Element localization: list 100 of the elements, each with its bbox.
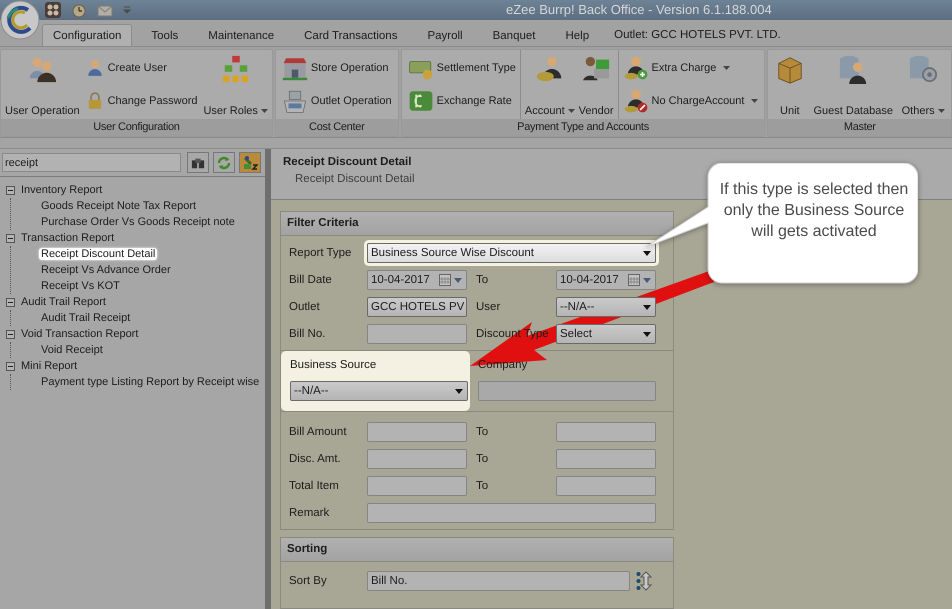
tree-item[interactable]: Purchase Order Vs Goods Receipt note bbox=[39, 216, 237, 228]
field-label: Bill Amount bbox=[289, 426, 348, 438]
tree-item[interactable]: Payment type Listing Report by Receipt wise bbox=[39, 376, 262, 388]
ribbon-button[interactable]: Store Operation bbox=[280, 55, 394, 82]
dropdown[interactable]: --N/A-- bbox=[556, 297, 656, 317]
menu-tab[interactable]: Help bbox=[554, 24, 600, 46]
tree-item[interactable]: Receipt Vs Advance Order bbox=[39, 264, 173, 276]
calendar-icon bbox=[439, 274, 451, 286]
ribbon-button[interactable]: Others bbox=[900, 50, 947, 119]
input-field[interactable]: Bill No. bbox=[367, 571, 630, 591]
caret-icon bbox=[723, 66, 730, 70]
tree-item[interactable]: Mini Report bbox=[19, 360, 80, 372]
window-title: eZee Burrp! Back Office - Version 6.1.188.004 bbox=[506, 2, 772, 17]
input-field[interactable] bbox=[367, 449, 467, 469]
gears-icon bbox=[908, 54, 938, 84]
input-field[interactable] bbox=[367, 324, 467, 344]
field-label: Disc. Amt. bbox=[289, 453, 342, 465]
dropdown[interactable]: --N/A-- bbox=[290, 381, 468, 401]
group-label: User Configuration bbox=[1, 119, 272, 136]
collapse-icon[interactable] bbox=[6, 186, 15, 194]
group-label: Payment Type and Accounts bbox=[402, 119, 764, 136]
tree-item[interactable]: Transaction Report bbox=[19, 232, 116, 244]
tree-item[interactable]: Void Transaction Report bbox=[19, 328, 140, 340]
ribbon-button[interactable]: No ChargeAccount bbox=[620, 88, 760, 114]
binoculars-button[interactable] bbox=[187, 152, 210, 173]
input-field[interactable] bbox=[556, 422, 656, 442]
field-label: To bbox=[475, 453, 490, 465]
binoculars-icon bbox=[191, 156, 206, 170]
tree-item[interactable]: Receipt Discount Detail bbox=[39, 248, 158, 260]
ribbon-button[interactable]: Account bbox=[522, 50, 577, 119]
dropdown[interactable]: Business Source Wise Discount bbox=[367, 243, 656, 263]
sort-az-button[interactable] bbox=[239, 152, 262, 173]
caret-icon bbox=[938, 109, 945, 113]
collapse-icon[interactable] bbox=[6, 330, 15, 338]
field-label: To bbox=[475, 426, 490, 438]
collapse-icon[interactable] bbox=[6, 234, 15, 242]
field-label: To bbox=[475, 274, 490, 286]
caret-icon bbox=[568, 109, 575, 113]
refresh-icon bbox=[216, 154, 232, 170]
database-icon bbox=[838, 54, 868, 84]
ribbon-button[interactable]: Exchange Rate bbox=[406, 88, 518, 114]
caret-icon bbox=[643, 250, 651, 256]
menu-tab[interactable]: Tools bbox=[140, 24, 190, 46]
hierarchy-icon bbox=[220, 54, 251, 84]
report-subtitle: Receipt Discount Detail bbox=[295, 173, 415, 185]
group-label: Cost Center bbox=[276, 119, 398, 136]
ribbon-button[interactable]: Extra Charge bbox=[620, 55, 760, 82]
tree-item[interactable]: Inventory Report bbox=[19, 184, 104, 196]
field-label: Business Source bbox=[290, 359, 378, 371]
ribbon-button[interactable]: Unit bbox=[772, 50, 807, 119]
caret-icon bbox=[643, 332, 651, 336]
ribbon-button[interactable]: Outlet Operation bbox=[280, 88, 394, 114]
grid-icon[interactable] bbox=[44, 1, 62, 19]
date-picker[interactable]: 10-04-2017 bbox=[556, 270, 656, 290]
search-field[interactable]: receipt bbox=[2, 153, 182, 172]
menu-tab[interactable]: Maintenance bbox=[197, 24, 286, 46]
dropdown[interactable]: GCC HOTELS PV bbox=[367, 297, 467, 317]
menu-tab[interactable]: Payroll bbox=[416, 24, 474, 46]
tree-item[interactable]: Receipt Vs KOT bbox=[39, 280, 122, 292]
caret-icon bbox=[454, 278, 462, 282]
tree-item[interactable]: Goods Receipt Note Tax Report bbox=[39, 200, 198, 212]
tree-item[interactable]: Audit Trail Receipt bbox=[39, 312, 132, 324]
input-field[interactable] bbox=[367, 476, 467, 496]
ribbon-button[interactable]: User Operation bbox=[3, 50, 82, 119]
ribbon-button[interactable]: User Roles bbox=[201, 50, 270, 119]
caret-icon bbox=[643, 304, 651, 310]
caret-icon bbox=[455, 388, 463, 394]
sort-az-icon bbox=[242, 154, 258, 170]
menu-tab[interactable]: Configuration bbox=[42, 24, 132, 46]
menu-tab[interactable]: Card Transactions bbox=[293, 24, 408, 46]
ribbon-button[interactable]: Guest Database bbox=[811, 50, 895, 119]
input-field[interactable] bbox=[556, 449, 656, 469]
ribbon-button[interactable]: Settlement Type bbox=[406, 55, 518, 82]
field-label: Outlet bbox=[289, 301, 321, 313]
date-picker[interactable]: 10-04-2017 bbox=[367, 270, 467, 290]
ribbon-button[interactable]: Vendor bbox=[576, 50, 616, 119]
ribbon-button[interactable]: Create User bbox=[84, 59, 200, 78]
menu-tab[interactable]: Banquet bbox=[482, 24, 546, 46]
input-field[interactable] bbox=[367, 503, 656, 523]
report-title: Receipt Discount Detail bbox=[283, 156, 412, 168]
field-label: To bbox=[475, 480, 490, 492]
group-label: Master bbox=[768, 119, 951, 136]
field-label: Total Item bbox=[289, 480, 340, 492]
field-label: User bbox=[475, 301, 502, 313]
person-plus-icon bbox=[622, 55, 649, 82]
field-label: Remark bbox=[289, 507, 330, 519]
calendar-icon bbox=[628, 274, 640, 286]
tree-item[interactable]: Audit Trail Report bbox=[19, 296, 108, 308]
dropdown[interactable]: Select bbox=[556, 324, 656, 344]
input-field[interactable] bbox=[367, 422, 467, 442]
section-title: Sorting bbox=[281, 538, 673, 562]
collapse-icon[interactable] bbox=[6, 362, 15, 370]
callout-text: If this type is selected then only the Business Source will gets activated bbox=[718, 180, 910, 242]
field-label: Bill No. bbox=[289, 328, 326, 340]
tree-item[interactable]: Void Receipt bbox=[39, 344, 105, 356]
collapse-icon[interactable] bbox=[6, 298, 15, 306]
caret-icon[interactable] bbox=[122, 5, 132, 15]
sort-order-icon[interactable] bbox=[636, 571, 652, 591]
input-field[interactable] bbox=[556, 476, 656, 496]
ribbon-button[interactable]: Change Password bbox=[84, 92, 200, 110]
